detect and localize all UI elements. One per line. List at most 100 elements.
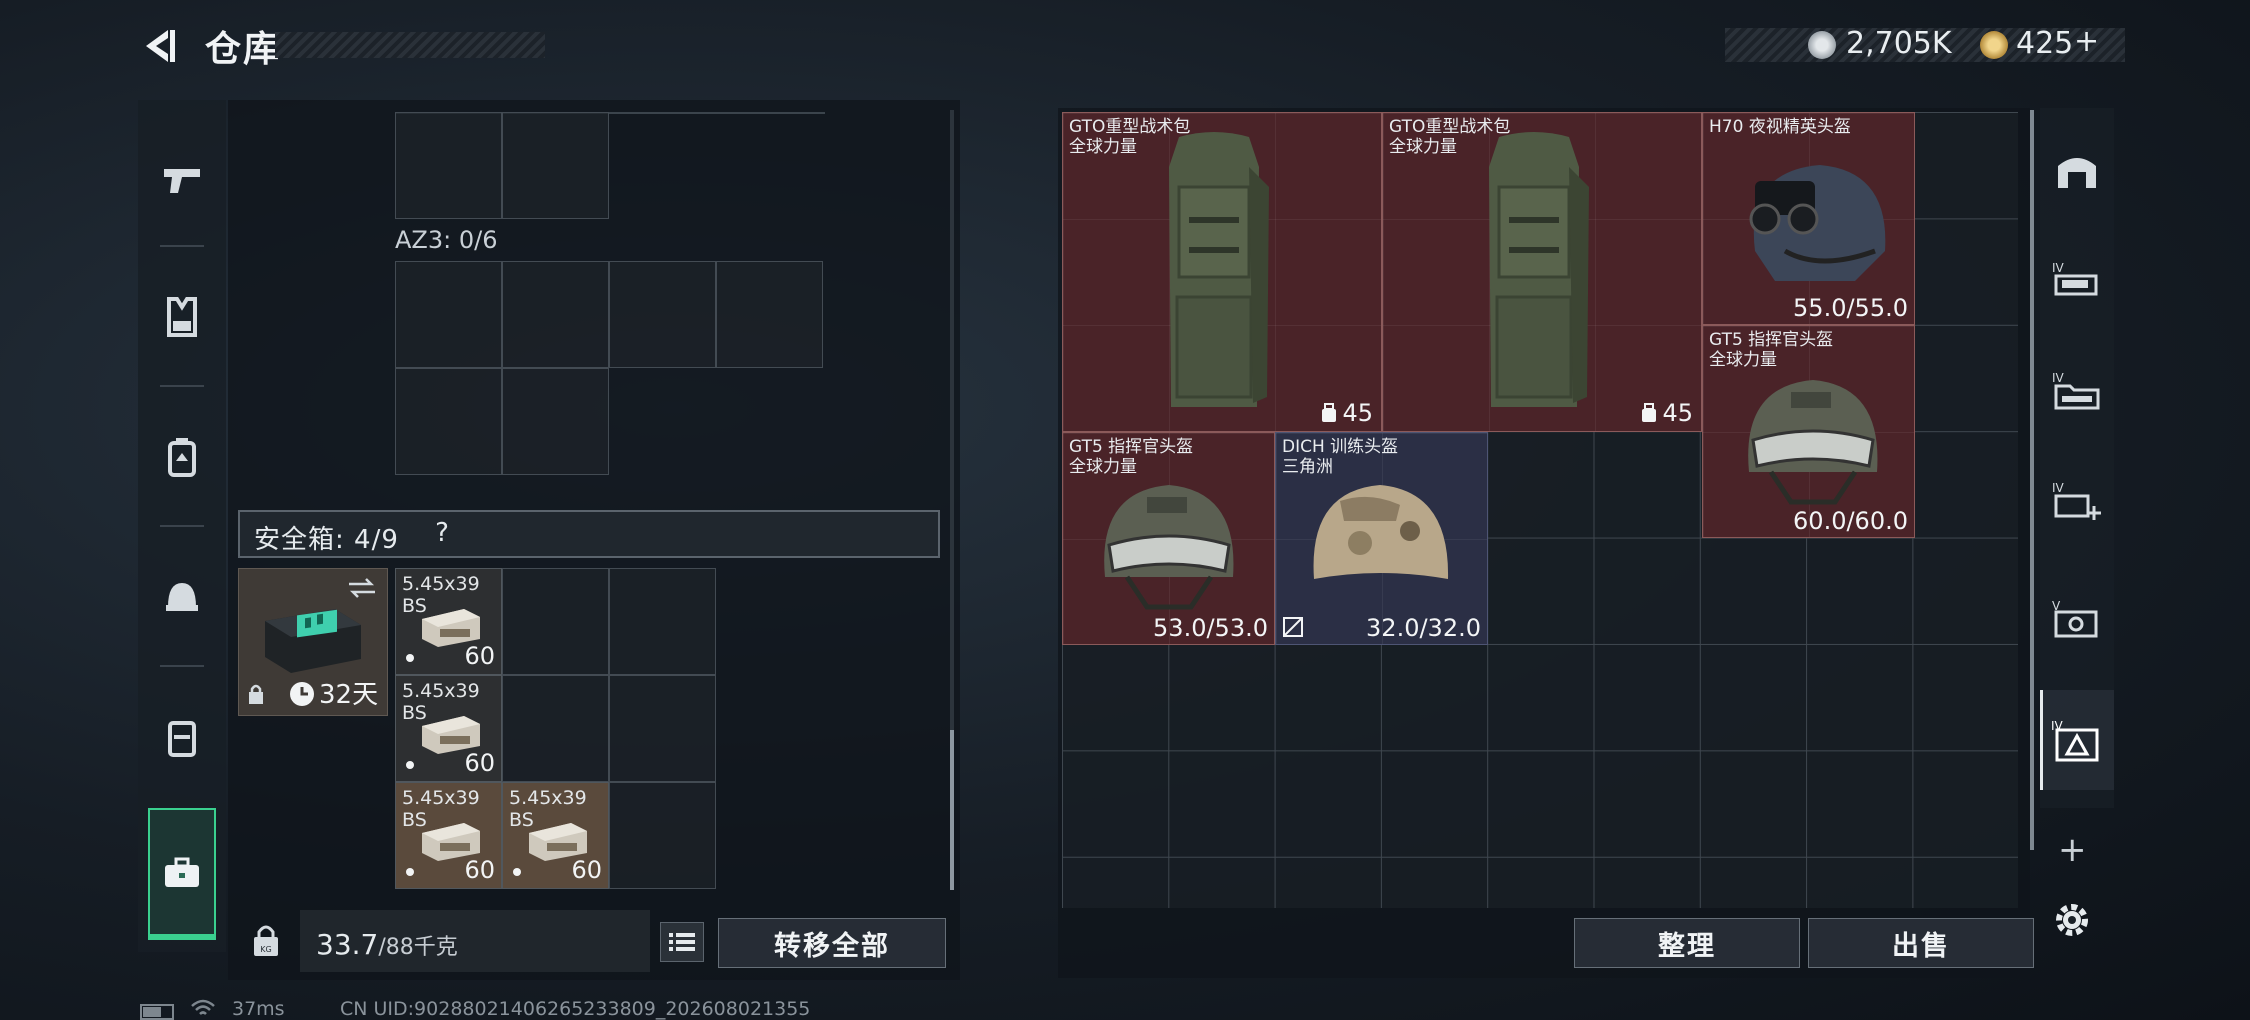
battery-icon <box>140 1004 174 1020</box>
helmet-image <box>1313 485 1449 579</box>
weight-current: 33.7 <box>316 928 379 961</box>
briefcase-icon-wrap <box>138 818 226 928</box>
az3-label: AZ3: 0/6 <box>395 226 498 254</box>
helmet-icon <box>166 583 198 611</box>
sort-button[interactable]: 整理 <box>1574 918 1800 968</box>
gold-coin-icon <box>1980 31 2008 59</box>
ammo-marker <box>406 654 414 662</box>
tier4-weapon-icon: IV <box>2052 261 2098 296</box>
list-view-button[interactable] <box>660 922 704 962</box>
list-icon <box>669 933 695 951</box>
page-title: 仓库 <box>205 29 282 70</box>
tab-tier5-case[interactable]: V <box>2040 570 2114 666</box>
tab-tier4-weapons[interactable]: IV <box>2040 232 2114 328</box>
grid-cell[interactable] <box>502 112 609 219</box>
rail-separator <box>160 385 204 387</box>
rail-item-rig[interactable] <box>138 682 226 792</box>
grid-cell[interactable] <box>502 261 609 368</box>
help-icon[interactable]: ? <box>425 516 459 550</box>
tier4-add-icon: IV <box>2052 481 2101 520</box>
item-name: H70 夜视精英头盔 <box>1709 117 1851 137</box>
storage-item-backpack[interactable]: GTO重型战术包 全球力量 45 <box>1382 112 1702 432</box>
grid-cell[interactable] <box>609 261 716 368</box>
case-image <box>265 609 361 673</box>
item-durability: 32.0/32.0 <box>1366 614 1481 642</box>
secure-case-item[interactable]: 32天 <box>238 568 388 716</box>
tab-tier4-triangle[interactable]: IV <box>2040 692 2114 788</box>
grid-cell[interactable] <box>502 568 609 675</box>
item-durability: 55.0/55.0 <box>1793 294 1908 322</box>
ammo-item[interactable]: 5.45x39 BS 60 <box>395 782 502 889</box>
grid-cell[interactable] <box>395 112 502 219</box>
pistol-icon <box>164 169 200 193</box>
gear-icon[interactable] <box>2052 900 2092 940</box>
silver-amount: 2,705K <box>1846 26 1952 61</box>
tab-tier4-add[interactable]: IV <box>2040 452 2114 548</box>
grid-cell[interactable] <box>716 261 823 368</box>
tab-storage-home[interactable] <box>2040 122 2114 218</box>
item-durability: 60.0/60.0 <box>1793 507 1908 535</box>
storage-item-helmet[interactable]: GT5 指挥官头盔 全球力量 53.0/53.0 <box>1062 432 1275 645</box>
tier4-folder-icon: IV <box>2052 371 2100 410</box>
no-insurance-icon <box>1283 617 1303 637</box>
rail-item-backpack[interactable] <box>138 402 226 512</box>
weight-readout: 33.7/88千克 <box>316 928 458 961</box>
storage-scrollbar-thumb[interactable] <box>2030 110 2034 850</box>
grid-cell[interactable] <box>502 675 609 782</box>
storage-item-helmet[interactable]: GT5 指挥官头盔 全球力量 60.0/60.0 <box>1702 325 1915 538</box>
rail-item-vest[interactable] <box>138 262 226 372</box>
weight-max: /88千克 <box>378 935 458 960</box>
rail-item-helmet[interactable] <box>138 542 226 652</box>
item-capacity: 45 <box>1640 399 1693 427</box>
weight-lock-icon: KG <box>238 910 294 972</box>
svg-text:IV: IV <box>2052 261 2065 275</box>
briefcase-icon <box>165 857 199 887</box>
add-currency-button[interactable]: + <box>2074 24 2099 59</box>
sell-button[interactable]: 出售 <box>1808 918 2034 968</box>
ammo-item[interactable]: 5.45x39 BS 60 <box>395 675 502 782</box>
wifi-icon <box>191 999 215 1015</box>
ammo-count: 60 <box>571 856 602 884</box>
swap-icon[interactable] <box>347 577 377 599</box>
svg-text:IV: IV <box>2052 481 2065 495</box>
ammo-item[interactable]: 5.45x39 BS 60 <box>395 568 502 675</box>
rail-item-weapons[interactable] <box>138 125 226 235</box>
scrollbar-thumb[interactable] <box>950 730 954 890</box>
grid-cell[interactable] <box>395 368 502 475</box>
ammo-marker <box>513 868 521 876</box>
backpack-image <box>1489 132 1589 407</box>
add-storage-tab-button[interactable]: + <box>2058 830 2087 870</box>
tab-tier4-folder[interactable]: IV <box>2040 342 2114 438</box>
uid-readout: CN UID:9028802140626523​3809_20260802135… <box>340 998 811 1020</box>
storage-home-icon <box>2058 158 2096 188</box>
capacity-icon <box>1642 403 1657 422</box>
ammo-count: 60 <box>464 856 495 884</box>
safebox-label: 安全箱: 4/9 <box>254 525 399 555</box>
storage-item-helmet[interactable]: DICH 训练头盔 三角洲 32.0/32.0 <box>1275 432 1488 645</box>
gold-amount: 425 <box>2016 26 2074 61</box>
tier5-case-icon: V <box>2052 599 2098 638</box>
helmet-image <box>1748 380 1878 505</box>
grid-cell[interactable] <box>502 368 609 475</box>
rail-separator <box>160 525 204 527</box>
vest-icon <box>167 297 197 337</box>
grid-cell[interactable] <box>609 568 716 675</box>
rig-icon <box>168 721 196 757</box>
ammo-item[interactable]: 5.45x39 BS 60 <box>502 782 609 889</box>
grid-cell[interactable] <box>609 782 716 889</box>
rail-active-indicator <box>148 934 216 940</box>
silver-coin-icon <box>1808 31 1836 59</box>
storage-item-backpack[interactable]: GTO重型战术包 全球力量 45 <box>1062 112 1382 432</box>
grid-cell[interactable] <box>395 261 502 368</box>
tier4-triangle-icon: IV <box>2051 719 2099 762</box>
ammo-count: 60 <box>464 642 495 670</box>
back-icon[interactable] <box>138 26 178 66</box>
transfer-all-button[interactable]: 转移全部 <box>718 918 946 968</box>
ammo-marker <box>406 761 414 769</box>
storage-item-helmet[interactable]: H70 夜视精英头盔 55.0/55.0 <box>1702 112 1915 325</box>
lock-icon <box>249 684 263 704</box>
item-durability: 53.0/53.0 <box>1153 614 1268 642</box>
item-capacity: 45 <box>1320 399 1373 427</box>
grid-cell[interactable] <box>609 675 716 782</box>
backpack-icon <box>168 438 196 477</box>
